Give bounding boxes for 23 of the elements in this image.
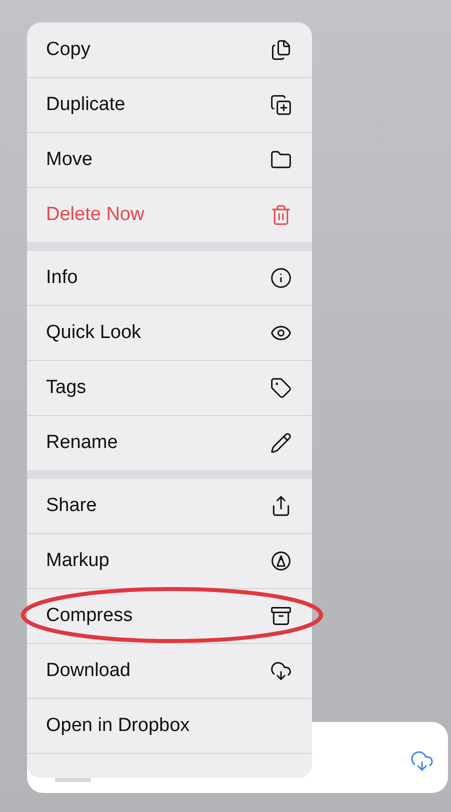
menu-item[interactable]: Info [27, 251, 312, 305]
menu-item[interactable]: Download [27, 644, 312, 698]
documents-icon [270, 39, 292, 61]
menu-item[interactable]: Markup [27, 534, 312, 588]
menu-item[interactable]: Rename [27, 416, 312, 470]
cloud-download-icon [270, 660, 292, 682]
duplicate-icon [270, 94, 292, 116]
share-icon [270, 495, 292, 517]
menu-item[interactable]: Quick Look [27, 306, 312, 360]
menu-item[interactable]: Share [27, 479, 312, 533]
menu-item[interactable]: Open in Dropbox [27, 699, 312, 753]
menu-item[interactable]: Duplicate [27, 78, 312, 132]
pen-tip-circle-icon [270, 550, 292, 572]
cloud-download-icon[interactable] [410, 749, 434, 773]
pencil-icon [270, 432, 292, 454]
info-icon [270, 267, 292, 289]
menu-item[interactable]: Move [27, 133, 312, 187]
tag-icon [270, 377, 292, 399]
archive-box-icon [270, 605, 292, 627]
trash-icon [270, 204, 292, 226]
menu-item[interactable]: Tags [27, 361, 312, 415]
menu-item[interactable]: Copy [27, 23, 312, 77]
folder-icon [270, 149, 292, 171]
